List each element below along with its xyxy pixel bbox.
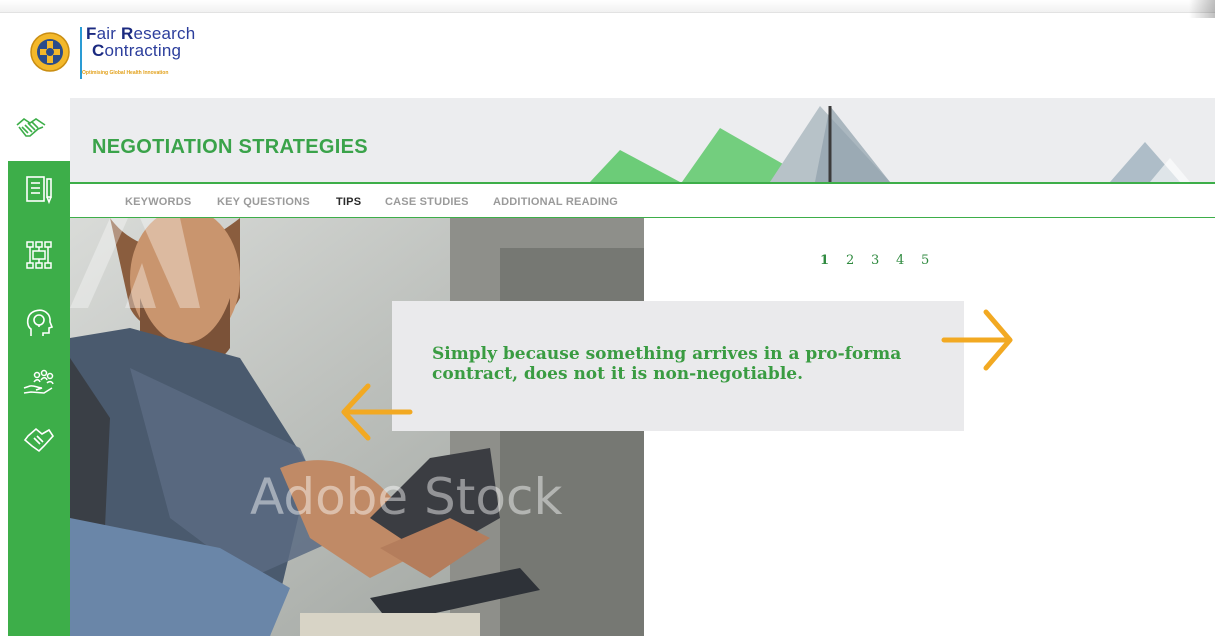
logo-seal-icon[interactable] (30, 32, 70, 72)
page-4-link[interactable]: 4 (896, 253, 904, 268)
tab-key-questions[interactable]: KEY QUESTIONS (217, 196, 310, 208)
puzzle-handshake-icon[interactable] (22, 424, 56, 458)
head-idea-icon[interactable] (22, 306, 56, 340)
brand-tagline: Optimising Global Health Innovation (82, 70, 169, 76)
handshake-icon[interactable] (14, 111, 48, 145)
window-corner-shadow (1189, 0, 1215, 18)
page-banner: NEGOTIATION STRATEGIES (70, 98, 1215, 182)
sidebar (8, 161, 70, 636)
page-title: NEGOTIATION STRATEGIES (92, 136, 368, 158)
brand-logo[interactable]: Fair Research Contracting Optimising Glo… (80, 25, 220, 83)
page-3-link[interactable]: 3 (871, 253, 879, 268)
tip-card: Simply because something arrives in a pr… (392, 301, 964, 431)
next-arrow-icon[interactable] (940, 306, 1016, 374)
previous-arrow-icon[interactable] (338, 380, 414, 444)
tab-additional-reading[interactable]: ADDITIONAL READING (493, 196, 618, 208)
org-chart-icon[interactable] (22, 238, 56, 272)
document-pen-icon[interactable] (22, 173, 56, 207)
tab-keywords[interactable]: KEYWORDS (125, 196, 191, 208)
page-5-link[interactable]: 5 (921, 253, 929, 268)
sidebar-top (0, 100, 70, 161)
window-top-edge (0, 0, 1215, 13)
brand-name-line2: Contracting (92, 41, 182, 60)
tab-case-studies[interactable]: CASE STUDIES (385, 196, 469, 208)
tab-tips[interactable]: TIPS (336, 196, 361, 208)
tab-bar: KEYWORDS KEY QUESTIONS TIPS CASE STUDIES… (70, 182, 1215, 218)
tip-text: Simply because something arrives in a pr… (432, 344, 902, 384)
page-1-link[interactable]: 1 (820, 253, 829, 268)
stock-watermark: Adobe Stock (250, 468, 563, 526)
hand-people-icon[interactable] (22, 366, 56, 400)
page-2-link[interactable]: 2 (846, 253, 854, 268)
